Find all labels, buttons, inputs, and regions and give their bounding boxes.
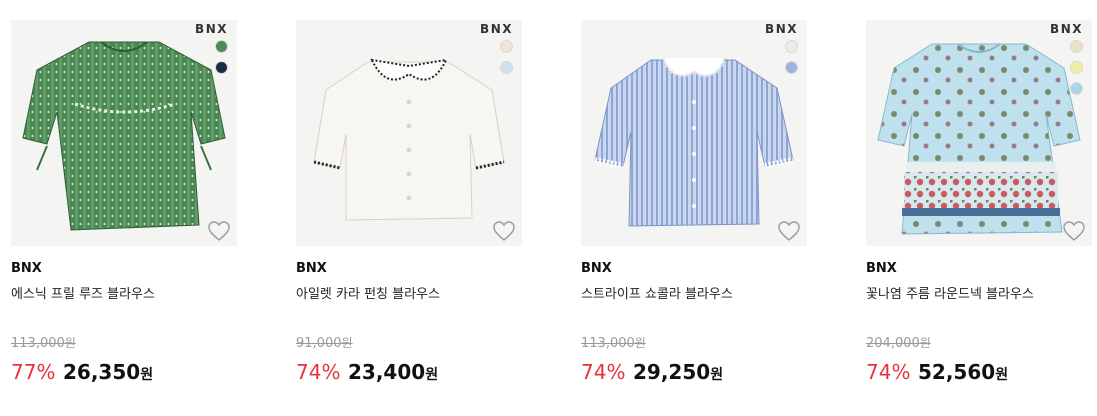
product-card[interactable]: BNX BNX 스트라이프 쇼콜라 블라우스 113,000원 74% 29,2… <box>581 0 817 416</box>
product-image[interactable]: BNX <box>11 20 237 246</box>
product-image[interactable]: BNX <box>581 20 807 246</box>
color-swatch[interactable] <box>1070 61 1083 74</box>
color-swatches <box>1070 40 1084 103</box>
heart-outline-icon[interactable] <box>492 220 516 242</box>
brand-name[interactable]: BNX <box>581 261 612 276</box>
sale-price: 29,250원 <box>633 360 723 384</box>
currency-unit: 원 <box>919 336 931 350</box>
original-price-value: 113,000 <box>11 336 65 351</box>
product-name[interactable]: 아일렛 카라 펀칭 블라우스 <box>296 283 440 302</box>
blouse-image <box>22 41 226 231</box>
currency-unit: 원 <box>425 367 439 383</box>
blouse-image <box>877 43 1081 235</box>
product-name[interactable]: 꽃나염 주름 라운드넥 블라우스 <box>866 283 1034 302</box>
discount-rate: 74% <box>581 360 626 384</box>
blouse-image <box>594 57 794 227</box>
discount-rate: 74% <box>296 360 341 384</box>
original-price: 113,000원 <box>11 334 76 351</box>
sale-price: 23,400원 <box>348 360 438 384</box>
color-swatch[interactable] <box>500 40 513 53</box>
currency-unit: 원 <box>64 336 76 350</box>
discount-rate: 74% <box>866 360 911 384</box>
product-image[interactable]: BNX <box>866 20 1092 246</box>
discount-rate: 77% <box>11 360 56 384</box>
original-price: 113,000원 <box>581 334 646 351</box>
sale-price-value: 23,400 <box>348 360 426 384</box>
color-swatch[interactable] <box>1070 40 1083 53</box>
sale-price: 26,350원 <box>63 360 153 384</box>
brand-logo: BNX <box>195 22 228 36</box>
product-name[interactable]: 에스닉 프릴 루즈 블라우스 <box>11 283 155 302</box>
sale-price-value: 29,250 <box>633 360 711 384</box>
color-swatch[interactable] <box>1070 82 1083 95</box>
heart-outline-icon[interactable] <box>777 220 801 242</box>
currency-unit: 원 <box>710 367 724 383</box>
color-swatch[interactable] <box>785 40 798 53</box>
color-swatches <box>785 40 799 82</box>
color-swatch[interactable] <box>215 40 228 53</box>
brand-name[interactable]: BNX <box>11 261 42 276</box>
original-price: 204,000원 <box>866 334 931 351</box>
blouse-image <box>313 58 505 221</box>
sale-price-value: 52,560 <box>918 360 996 384</box>
brand-logo: BNX <box>1050 22 1083 36</box>
product-card[interactable]: BNX BNX 에스닉 프릴 루즈 블라우스 113,000원 77% 26,3… <box>11 0 247 416</box>
brand-name[interactable]: BNX <box>296 261 327 276</box>
sale-price: 52,560원 <box>918 360 1008 384</box>
product-card[interactable]: BNX BNX 꽃나염 주름 라운드넥 블라우스 204,000원 74% 52… <box>866 0 1097 416</box>
heart-outline-icon[interactable] <box>207 220 231 242</box>
currency-unit: 원 <box>634 336 646 350</box>
currency-unit: 원 <box>140 367 154 383</box>
original-price-value: 113,000 <box>581 336 635 351</box>
heart-outline-icon[interactable] <box>1062 220 1086 242</box>
product-image[interactable]: BNX <box>296 20 522 246</box>
currency-unit: 원 <box>341 336 353 350</box>
color-swatch[interactable] <box>500 61 513 74</box>
original-price-value: 91,000 <box>296 336 342 351</box>
brand-name[interactable]: BNX <box>866 261 897 276</box>
color-swatches <box>500 40 514 82</box>
original-price-value: 204,000 <box>866 336 920 351</box>
brand-logo: BNX <box>765 22 798 36</box>
color-swatches <box>215 40 229 82</box>
original-price: 91,000원 <box>296 334 353 351</box>
product-name[interactable]: 스트라이프 쇼콜라 블라우스 <box>581 283 733 302</box>
product-card[interactable]: BNX BNX 아일렛 카라 펀칭 블라우스 91,000원 74% 23,40… <box>296 0 532 416</box>
sale-price-value: 26,350 <box>63 360 141 384</box>
color-swatch[interactable] <box>215 61 228 74</box>
brand-logo: BNX <box>480 22 513 36</box>
color-swatch[interactable] <box>785 61 798 74</box>
currency-unit: 원 <box>995 367 1009 383</box>
